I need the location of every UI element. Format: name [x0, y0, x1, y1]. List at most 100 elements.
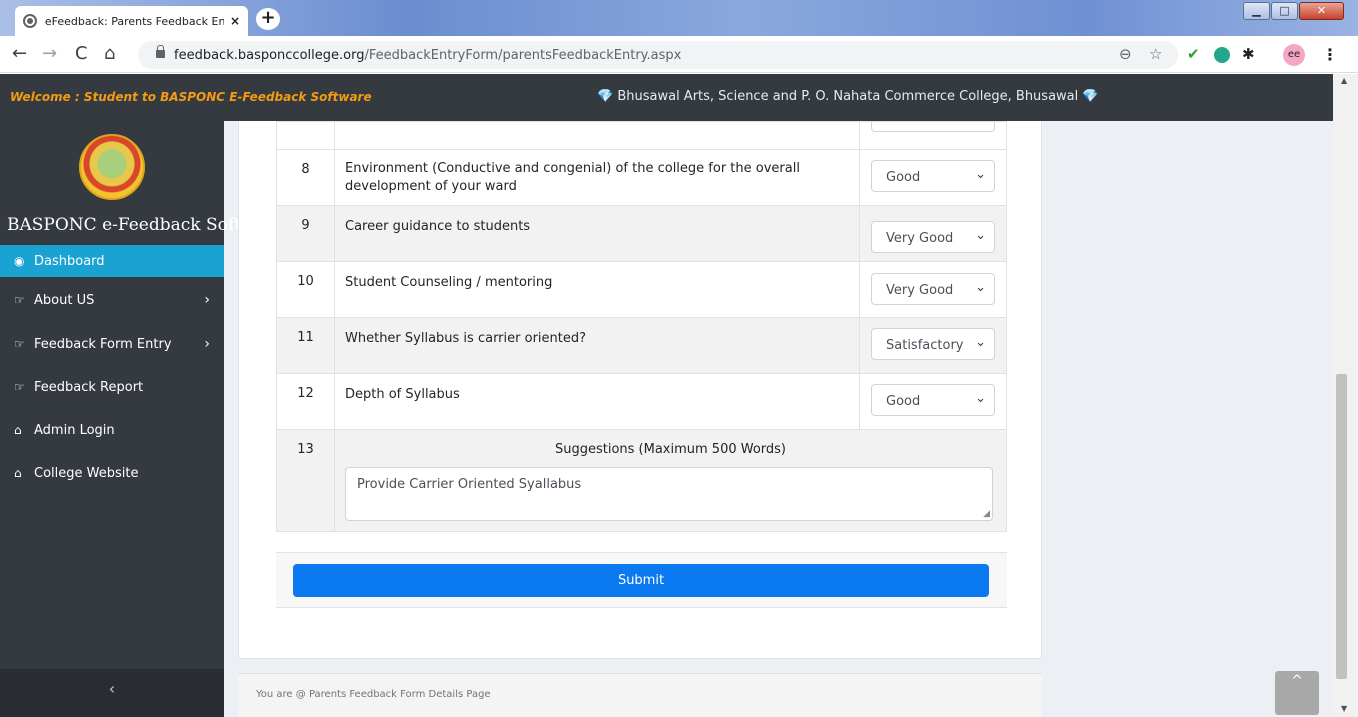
feedback-questions-table: 8 Environment (Conductive and congenial)…: [276, 121, 1007, 532]
select-value: Good: [886, 394, 921, 409]
table-row: 12 Depth of Syllabus Good ⌄: [276, 373, 1007, 430]
back-to-top-button[interactable]: ^: [1275, 671, 1319, 715]
scroll-up-arrow-icon[interactable]: ▲: [1341, 76, 1347, 85]
form-footer: Submit: [276, 552, 1007, 608]
sidebar-item-label: About US: [34, 292, 95, 308]
page-scrollbar[interactable]: ▲ ▼: [1333, 74, 1358, 717]
extension-icon[interactable]: [1214, 47, 1230, 63]
question-number: 8: [276, 149, 335, 206]
table-row: 13 Suggestions (Maximum 500 Words) Provi…: [276, 429, 1007, 532]
sidebar-item-label: College Website: [34, 465, 139, 481]
answer-cell: Very Good ⌄: [859, 205, 1007, 262]
sidebar-item-feedback-report[interactable]: ☞ Feedback Report: [0, 371, 224, 403]
chevron-right-icon: ›: [204, 336, 210, 352]
college-name: 💎 Bhusawal Arts, Science and P. O. Nahat…: [597, 89, 1099, 104]
kebab-menu-icon[interactable]: ⋮: [1322, 45, 1338, 64]
answer-select[interactable]: Good ⌄: [871, 160, 995, 192]
dashboard-icon: ◉: [14, 254, 25, 268]
table-row: 10 Student Counseling / mentoring Very G…: [276, 261, 1007, 318]
table-row: 11 Whether Syllabus is carrier oriented?…: [276, 317, 1007, 374]
question-text: Depth of Syllabus: [334, 373, 860, 430]
answer-cell: Very Good ⌄: [859, 261, 1007, 318]
sidebar-item-about-us[interactable]: ☞ About US ›: [0, 284, 224, 316]
maximize-button[interactable]: □: [1271, 2, 1298, 20]
brand-name: BASPONC e-Feedback Soft: [7, 215, 241, 235]
hand-pointer-icon: ☞: [14, 293, 25, 307]
answer-select[interactable]: Good ⌄: [871, 384, 995, 416]
hand-pointer-icon: ☞: [14, 380, 25, 394]
sidebar-item-dashboard[interactable]: ◉ Dashboard: [0, 245, 224, 277]
page-footer: You are @ Parents Feedback Form Details …: [238, 673, 1042, 717]
url-domain: feedback.basponccollege.org: [174, 48, 365, 63]
answer-cell: [859, 121, 1007, 150]
back-arrow-icon[interactable]: ←: [12, 44, 27, 64]
check-extension-icon[interactable]: ✔: [1187, 45, 1200, 63]
scrollbar-thumb[interactable]: [1336, 374, 1347, 679]
question-number: 9: [276, 205, 335, 262]
hand-pointer-icon: ☞: [14, 337, 25, 351]
question-text: [334, 121, 860, 150]
answer-cell: Good ⌄: [859, 149, 1007, 206]
forward-arrow-icon[interactable]: →: [42, 44, 57, 64]
lock-icon[interactable]: [156, 45, 165, 58]
scroll-down-arrow-icon[interactable]: ▼: [1341, 704, 1347, 713]
select-value: Very Good: [886, 231, 954, 246]
sidebar-item-feedback-form-entry[interactable]: ☞ Feedback Form Entry ›: [0, 328, 224, 360]
table-row: [276, 121, 1007, 150]
url-text[interactable]: feedback.basponccollege.org/FeedbackEntr…: [174, 48, 681, 63]
profile-avatar[interactable]: ee: [1283, 44, 1305, 66]
suggestion-textarea[interactable]: Provide Carrier Oriented Syallabus ◢: [345, 467, 993, 521]
chevron-down-icon: ⌄: [975, 335, 986, 350]
question-number: 10: [276, 261, 335, 318]
home-icon[interactable]: ⌂: [104, 44, 115, 64]
answer-select-partial[interactable]: [871, 122, 995, 132]
sidebar-item-label: Admin Login: [34, 422, 115, 438]
home-icon: ⌂: [14, 466, 22, 480]
answer-select[interactable]: Very Good ⌄: [871, 221, 995, 253]
minimize-button[interactable]: ▁: [1243, 2, 1270, 20]
zoom-icon[interactable]: ⊖: [1119, 45, 1132, 63]
sidebar-item-label: Dashboard: [34, 253, 105, 269]
url-path: /FeedbackEntryForm/parentsFeedbackEntry.…: [364, 48, 682, 63]
page-viewport: Welcome : Student to BASPONC E-Feedback …: [0, 74, 1358, 717]
browser-toolbar: ← → C ⌂ feedback.basponccollege.org/Feed…: [0, 36, 1358, 73]
suggestion-value: Provide Carrier Oriented Syallabus: [357, 477, 582, 492]
puzzle-extensions-icon[interactable]: ✱: [1242, 45, 1255, 63]
new-tab-button[interactable]: +: [256, 8, 280, 30]
close-window-button[interactable]: ✕: [1299, 2, 1344, 20]
answer-select[interactable]: Satisfactory ⌄: [871, 328, 995, 360]
home-icon: ⌂: [14, 423, 22, 437]
sidebar-item-admin-login[interactable]: ⌂ Admin Login: [0, 414, 224, 446]
feedback-form-card: 8 Environment (Conductive and congenial)…: [238, 121, 1042, 659]
question-number: [276, 121, 335, 150]
sidebar-collapse-button[interactable]: ‹: [0, 669, 224, 717]
answer-select[interactable]: Very Good ⌄: [871, 273, 995, 305]
select-value: Satisfactory: [886, 338, 964, 353]
chevron-up-icon: ^: [1291, 673, 1303, 689]
gem-icon: 💎: [1082, 89, 1099, 104]
sidebar-item-college-website[interactable]: ⌂ College Website: [0, 457, 224, 489]
footer-text: You are @ Parents Feedback Form Details …: [256, 689, 491, 700]
reload-icon[interactable]: C: [75, 44, 88, 64]
browser-titlebar: eFeedback: Parents Feedback Ent × + ▁ □ …: [0, 0, 1358, 36]
chevron-right-icon: ›: [204, 292, 210, 308]
answer-cell: Good ⌄: [859, 373, 1007, 430]
top-navbar: Welcome : Student to BASPONC E-Feedback …: [0, 74, 1333, 121]
table-row: 9 Career guidance to students Very Good ⌄: [276, 205, 1007, 262]
submit-button[interactable]: Submit: [293, 564, 989, 597]
bookmark-star-icon[interactable]: ☆: [1149, 45, 1162, 63]
globe-icon: [23, 14, 37, 28]
question-number: 11: [276, 317, 335, 374]
tab-close-icon[interactable]: ×: [230, 14, 240, 28]
college-logo: [79, 134, 145, 200]
chevron-down-icon: ⌄: [975, 228, 986, 243]
tab-title: eFeedback: Parents Feedback Ent: [44, 14, 224, 28]
question-text: Student Counseling / mentoring: [334, 261, 860, 318]
chevron-down-icon: ⌄: [975, 167, 986, 182]
resize-handle-icon[interactable]: ◢: [983, 509, 990, 519]
chevron-left-icon: ‹: [108, 679, 116, 698]
question-number: 12: [276, 373, 335, 430]
welcome-text: Welcome : Student to BASPONC E-Feedback …: [10, 90, 372, 104]
chevron-down-icon: ⌄: [975, 280, 986, 295]
browser-tab[interactable]: eFeedback: Parents Feedback Ent ×: [15, 6, 248, 36]
